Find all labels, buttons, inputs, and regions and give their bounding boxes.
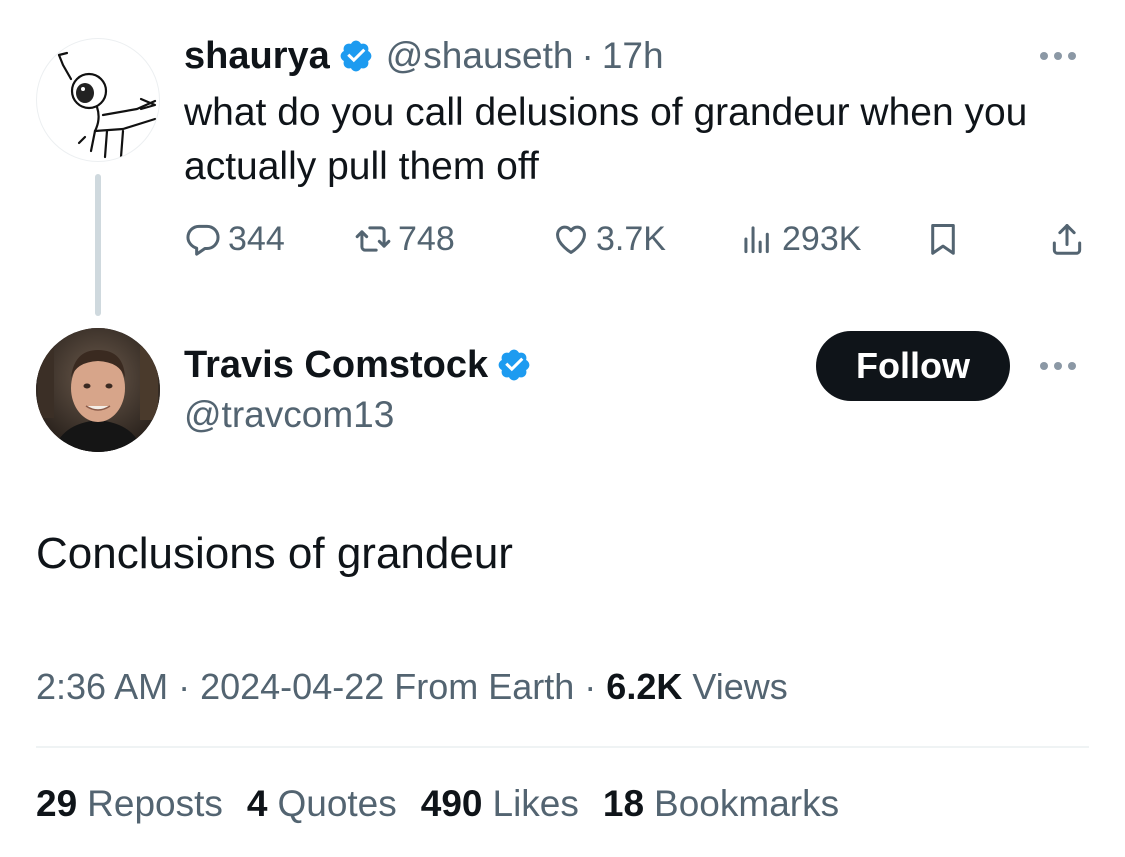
bookmark-button[interactable]: [924, 214, 968, 264]
reposts-label: Reposts: [87, 783, 223, 824]
parent-action-bar: 344 748 3.7K 293K: [184, 214, 1084, 264]
parent-tweet-text: what do you call delusions of grandeur w…: [184, 91, 1028, 188]
reply-button[interactable]: 344: [184, 214, 285, 264]
follow-button[interactable]: Follow: [816, 331, 1010, 401]
views-button[interactable]: 293K: [738, 214, 861, 264]
quotes-label: Quotes: [277, 783, 397, 824]
repost-icon: [355, 226, 391, 252]
bookmarks-label: Bookmarks: [654, 783, 840, 824]
tweet-source: From Earth: [394, 666, 575, 707]
likes-count: 490: [420, 783, 483, 824]
verified-badge-icon: [338, 38, 374, 74]
share-icon: [1052, 224, 1082, 255]
dot-separator: ·: [178, 666, 191, 707]
divider: [36, 746, 1089, 748]
likes-stat[interactable]: 490 Likes: [421, 783, 579, 825]
bookmark-icon: [931, 224, 955, 255]
reply-author-handle[interactable]: @travcom13: [184, 394, 394, 436]
avatar[interactable]: [36, 38, 160, 162]
thread-connector-line: [95, 174, 101, 316]
profile-photo-icon: [36, 328, 160, 452]
tweet-time[interactable]: 2:36 AM: [36, 666, 168, 708]
tweet-meta-line: 2:36 AM · 2024-04-22 From Earth · 6.2K V…: [36, 662, 788, 712]
parent-tweet-header: shaurya @shauseth · 17h: [184, 32, 664, 80]
parent-author-handle[interactable]: @shauseth: [386, 35, 574, 77]
views-chart-icon: [744, 226, 769, 254]
more-options-icon[interactable]: [1040, 362, 1076, 370]
like-button[interactable]: 3.7K: [552, 214, 666, 264]
reposts-count: 29: [36, 783, 78, 824]
parent-time-ago[interactable]: 17h: [602, 35, 664, 77]
tweet-date[interactable]: 2024-04-22: [200, 666, 384, 708]
avatar[interactable]: [36, 328, 160, 452]
like-count: 3.7K: [596, 219, 666, 258]
views-count: 293K: [782, 219, 862, 258]
more-options-icon[interactable]: [1040, 52, 1076, 60]
reply-author-name[interactable]: Travis Comstock: [184, 344, 488, 387]
reposts-stat[interactable]: 29 Reposts: [36, 783, 223, 825]
reply-tweet-text: Conclusions of grandeur: [36, 529, 513, 578]
reply-count: 344: [228, 219, 285, 258]
verified-badge-icon: [496, 347, 532, 383]
likes-label: Likes: [492, 783, 579, 824]
share-button[interactable]: [1048, 214, 1092, 264]
reply-author-row: Travis Comstock: [184, 340, 532, 390]
repost-count: 748: [398, 219, 455, 258]
views-count: 6.2K: [606, 666, 683, 707]
dot-separator: ·: [584, 666, 597, 707]
heart-icon: [556, 225, 586, 254]
parent-author-name[interactable]: shaurya: [184, 35, 330, 78]
dot-separator: ·: [581, 35, 594, 76]
bookmarks-count: 18: [602, 783, 645, 824]
views-label: Views: [692, 666, 788, 707]
stick-figure-drawing-icon: [57, 51, 157, 159]
repost-button[interactable]: 748: [354, 214, 455, 264]
engagement-stats: 29 Reposts 4 Quotes 490 Likes 18 Bookmarks: [36, 776, 839, 832]
reply-icon: [186, 224, 220, 256]
quotes-count: 4: [246, 783, 268, 824]
bookmarks-stat[interactable]: 18 Bookmarks: [603, 783, 839, 825]
quotes-stat[interactable]: 4 Quotes: [247, 783, 397, 825]
